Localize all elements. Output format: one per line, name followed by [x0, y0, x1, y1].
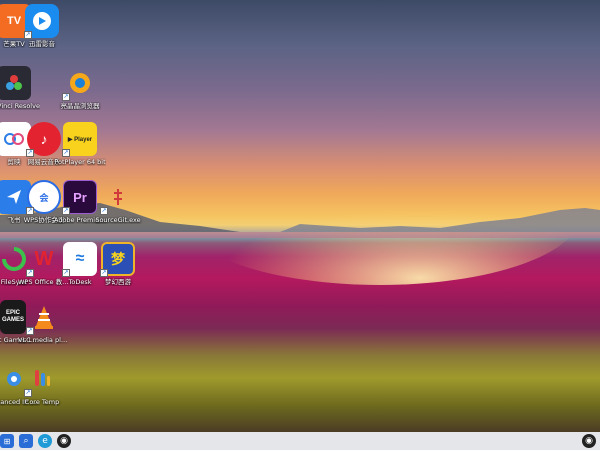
shortcut-arrow-icon: ↗	[62, 269, 70, 277]
icon-label: 梦幻西游	[105, 278, 131, 286]
icon-label: DaVinci Resolve	[0, 102, 40, 110]
icon-label: PotPlayer 64 bit	[54, 158, 106, 166]
shortcut-arrow-icon: ↗	[62, 149, 70, 157]
epic-games-icon: EPIC GAMES	[0, 300, 26, 334]
shortcut-arrow-icon: ↗	[100, 269, 108, 277]
icon-label: SourceGit.exe	[95, 216, 141, 224]
taskbar: ⊞ ⌕ e ◉ ◉	[0, 432, 600, 450]
shortcut-arrow-icon: ↗	[24, 389, 32, 397]
icon-label: 迅雷影音	[29, 40, 55, 48]
shortcut-arrow-icon: ↗	[62, 207, 70, 215]
search-icon[interactable]: ⌕	[19, 434, 33, 448]
icon-label: VLC media player	[18, 336, 70, 344]
pinned-app-icon[interactable]: ◉	[57, 434, 71, 448]
shortcut-arrow-icon: ↗	[100, 207, 108, 215]
shortcut-arrow-icon: ↗	[26, 327, 34, 335]
shortcut-arrow-icon: ↗	[26, 207, 34, 215]
shortcut-arrow-icon: ↗	[24, 31, 32, 39]
shortcut-arrow-icon: ↗	[62, 93, 70, 101]
icon-label: Core Temp	[24, 398, 60, 406]
icon-label: 亮晶晶浏览器	[60, 102, 100, 110]
tray-icon[interactable]: ◉	[582, 434, 596, 448]
start-button[interactable]: ⊞	[0, 434, 14, 448]
davinci-icon	[0, 66, 31, 100]
edge-browser-icon[interactable]: e	[38, 434, 52, 448]
shortcut-arrow-icon: ↗	[26, 149, 34, 157]
shortcut-arrow-icon: ↗	[26, 269, 34, 277]
